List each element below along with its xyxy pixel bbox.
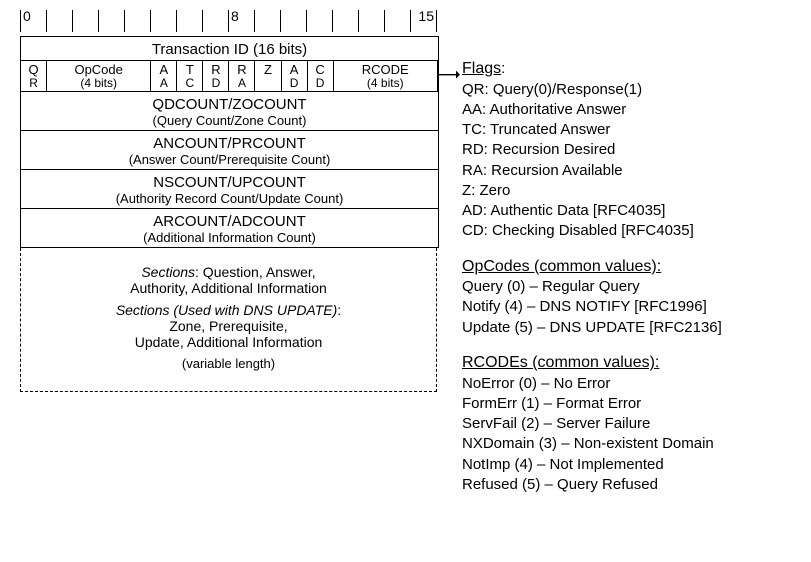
flags-legend: Flags: QR: Query(0)/Response(1) AA: Auth… bbox=[462, 58, 801, 242]
flag-tc: TC: Truncated Answer bbox=[462, 121, 610, 138]
bit-15: 15 bbox=[418, 8, 434, 24]
flag-cd: CD: Checking Disabled [RFC4035] bbox=[462, 222, 694, 239]
flag-rd: RD: Recursion Desired bbox=[462, 141, 615, 158]
flag-z: Z: Zero bbox=[462, 182, 510, 199]
field-z: Z bbox=[255, 61, 281, 91]
rcodes-legend: RCODEs (common values): NoError (0) – No… bbox=[462, 352, 801, 495]
row-txid: Transaction ID (16 bits) bbox=[21, 37, 438, 61]
rcode-formerr: FormErr (1) – Format Error bbox=[462, 395, 641, 412]
rcodes-heading: RCODEs (common values): bbox=[462, 354, 659, 371]
flags-heading: Flags bbox=[462, 60, 501, 77]
sections-update-label: Sections (Used with DNS UPDATE) bbox=[116, 302, 337, 318]
arrow-icon bbox=[438, 69, 460, 84]
field-aa: AA bbox=[151, 61, 177, 91]
opcodes-heading: OpCodes (common values): bbox=[462, 258, 661, 275]
packet-column: 0 8 15 Transaction ID (16 bits) QR OpCod… bbox=[10, 10, 440, 392]
field-rd: RD bbox=[203, 61, 229, 91]
rcode-refused: Refused (5) – Query Refused bbox=[462, 476, 658, 493]
flag-ra: RA: Recursion Available bbox=[462, 162, 623, 179]
rcode-notimp: NotImp (4) – Not Implemented bbox=[462, 456, 664, 473]
opcode-notify: Notify (4) – DNS NOTIFY [RFC1996] bbox=[462, 298, 707, 315]
field-cd: CD bbox=[308, 61, 334, 91]
variable-length-label: (variable length) bbox=[25, 356, 432, 371]
field-ad: AD bbox=[282, 61, 308, 91]
packet-header-box: Transaction ID (16 bits) QR OpCode(4 bit… bbox=[20, 36, 439, 248]
rcode-servfail: ServFail (2) – Server Failure bbox=[462, 415, 650, 432]
bit-0: 0 bbox=[23, 8, 31, 24]
field-qr: QR bbox=[21, 61, 47, 91]
rcode-nxdomain: NXDomain (3) – Non-existent Domain bbox=[462, 435, 714, 452]
dns-header-diagram: 0 8 15 Transaction ID (16 bits) QR OpCod… bbox=[10, 10, 801, 509]
opcode-update: Update (5) – DNS UPDATE [RFC2136] bbox=[462, 319, 722, 336]
field-opcode: OpCode(4 bits) bbox=[47, 61, 151, 91]
bit-8: 8 bbox=[231, 8, 239, 24]
field-ra: RA bbox=[229, 61, 255, 91]
flag-ad: AD: Authentic Data [RFC4035] bbox=[462, 202, 665, 219]
sections-label: Sections bbox=[141, 264, 195, 280]
row-arcount: ARCOUNT/ADCOUNT (Additional Information … bbox=[21, 209, 438, 248]
row-qdcount: QDCOUNT/ZOCOUNT (Query Count/Zone Count) bbox=[21, 92, 438, 131]
opcodes-legend: OpCodes (common values): Query (0) – Reg… bbox=[462, 256, 801, 338]
row-flags: QR OpCode(4 bits) AA TC RD RA Z bbox=[21, 61, 438, 92]
flag-qr: QR: Query(0)/Response(1) bbox=[462, 81, 642, 98]
field-rcode: RCODE(4 bits) bbox=[334, 61, 438, 91]
sections-box: Sections: Question, Answer, Authority, A… bbox=[20, 248, 437, 392]
bit-ruler: 0 8 15 bbox=[20, 10, 437, 32]
flag-aa: AA: Authoritative Answer bbox=[462, 101, 626, 118]
opcode-query: Query (0) – Regular Query bbox=[462, 278, 640, 295]
legend-column: Flags: QR: Query(0)/Response(1) AA: Auth… bbox=[440, 58, 801, 509]
field-tc: TC bbox=[177, 61, 203, 91]
txid-label: Transaction ID (16 bits) bbox=[152, 41, 307, 58]
row-nscount: NSCOUNT/UPCOUNT (Authority Record Count/… bbox=[21, 170, 438, 209]
row-ancount: ANCOUNT/PRCOUNT (Answer Count/Prerequisi… bbox=[21, 131, 438, 170]
rcode-noerror: NoError (0) – No Error bbox=[462, 375, 610, 392]
